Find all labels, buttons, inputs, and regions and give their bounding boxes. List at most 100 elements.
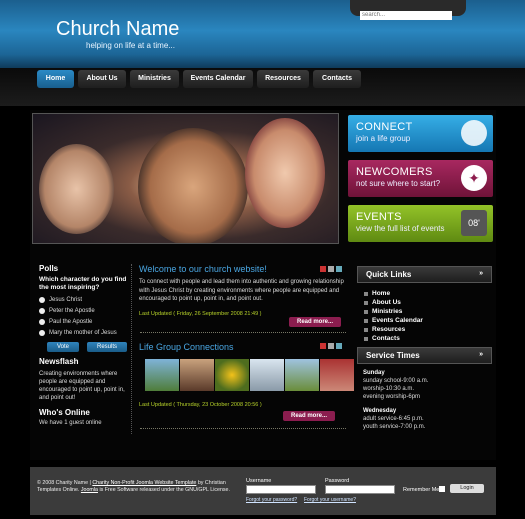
bullet-icon: [364, 336, 368, 341]
service-time: evening worship-6pm: [363, 394, 421, 400]
nav-contacts[interactable]: Contacts: [313, 70, 361, 88]
service-time: sunday school-9:00 a.m.: [363, 378, 429, 384]
service-times-header[interactable]: Service Times »: [357, 347, 492, 364]
quick-link-item[interactable]: Home: [364, 289, 423, 298]
polls-heading: Polls: [39, 264, 59, 273]
service-time: worship-10:30 a.m.: [363, 386, 415, 392]
quick-link-label: Ministries: [372, 308, 403, 315]
quick-link-label: Resources: [372, 326, 406, 333]
radio-button[interactable]: [39, 307, 45, 314]
search-box: [350, 0, 466, 20]
poll-option-label: Jesus Christ: [49, 296, 83, 303]
quick-links-list: Home About Us Ministries Events Calendar…: [364, 289, 423, 343]
radio-button[interactable]: [39, 318, 45, 325]
calendar-icon: 08': [461, 210, 487, 236]
poll-option[interactable]: Mary the mother of Jesus: [39, 327, 129, 338]
joomla-link[interactable]: Joomla: [81, 487, 98, 493]
bullet-icon: [364, 318, 368, 323]
read-more-button[interactable]: Read more...: [289, 317, 342, 327]
bullet-icon: [364, 309, 368, 314]
photo-gallery: [145, 359, 354, 391]
password-input[interactable]: [325, 485, 395, 494]
quick-link-item[interactable]: Events Calendar: [364, 316, 423, 325]
article-welcome: Welcome to our church website! To connec…: [139, 264, 347, 317]
quick-link-item[interactable]: About Us: [364, 298, 423, 307]
username-input[interactable]: [246, 485, 316, 494]
poll-option-label: Mary the mother of Jesus: [49, 329, 117, 336]
article-icons: [320, 343, 342, 349]
gallery-photo[interactable]: [250, 359, 284, 391]
service-time: youth service-7:00 p.m.: [363, 424, 426, 430]
compass-icon: ✦: [461, 165, 487, 191]
gallery-photo[interactable]: [145, 359, 179, 391]
divider: [140, 332, 346, 333]
forgot-username-link[interactable]: Forgot your username?: [304, 497, 356, 503]
remember-checkbox[interactable]: [439, 486, 445, 492]
gallery-photo[interactable]: [320, 359, 354, 391]
article-body: To connect with people and lead them int…: [139, 279, 344, 302]
online-heading: Who's Online: [39, 408, 90, 417]
left-sidebar: Polls Which character do you find the mo…: [39, 264, 129, 426]
quick-link-item[interactable]: Resources: [364, 325, 423, 334]
nav-events-calendar[interactable]: Events Calendar: [183, 70, 253, 88]
wednesday-label: Wednesday: [363, 408, 397, 414]
chevron-down-icon[interactable]: »: [479, 351, 483, 358]
pdf-icon[interactable]: [320, 343, 326, 349]
online-text: We have 1 guest online: [39, 420, 102, 426]
article-updated: Last Updated ( Thursday, 23 October 2008…: [139, 402, 262, 408]
gallery-photo[interactable]: [285, 359, 319, 391]
poll-option[interactable]: Jesus Christ: [39, 294, 129, 305]
print-icon[interactable]: [328, 343, 334, 349]
gallery-photo[interactable]: [180, 359, 214, 391]
article-icons: [320, 266, 342, 272]
newsflash-text: Creating environments where people are e…: [39, 371, 125, 401]
nav-home[interactable]: Home: [37, 70, 74, 88]
quick-links-header[interactable]: Quick Links »: [357, 266, 492, 283]
service-times-list: Sunday sunday school-9:00 a.m. worship-1…: [363, 369, 428, 431]
promo-newcomers[interactable]: NEWCOMERS not sure where to start? ✦: [348, 160, 493, 197]
poll-option-label: Peter the Apostle: [49, 307, 95, 314]
site-title[interactable]: Church Name: [56, 18, 179, 41]
nav-about-us[interactable]: About Us: [78, 70, 126, 88]
email-icon[interactable]: [336, 343, 342, 349]
site-tagline: helping on life at a time...: [86, 41, 175, 50]
bullet-icon: [364, 300, 368, 305]
gallery-photo[interactable]: [215, 359, 249, 391]
login-button[interactable]: Login: [450, 484, 484, 493]
read-more-button[interactable]: Read more...: [283, 411, 336, 421]
chevron-down-icon[interactable]: »: [479, 270, 483, 277]
poll-option[interactable]: Peter the Apostle: [39, 305, 129, 316]
quick-link-item[interactable]: Ministries: [364, 307, 423, 316]
nav-resources[interactable]: Resources: [257, 70, 309, 88]
sunday-label: Sunday: [363, 370, 385, 376]
email-icon[interactable]: [336, 266, 342, 272]
promo-connect[interactable]: CONNECT join a life group: [348, 115, 493, 152]
quick-link-label: About Us: [372, 299, 401, 306]
service-time: adult service-6:45 p.m.: [363, 416, 424, 422]
poll-question: Which character do you find the most ins…: [39, 276, 127, 291]
bullet-icon: [364, 327, 368, 332]
footer-text: © 2008 Charity Name | Charity Non-Profit…: [37, 480, 237, 495]
username-label: Username: [246, 478, 272, 484]
template-link[interactable]: Charity Non-Profit Joomla Website Templa…: [92, 480, 196, 486]
results-button[interactable]: Results: [87, 342, 128, 352]
forgot-password-link[interactable]: Forgot your password?: [246, 497, 297, 503]
pdf-icon[interactable]: [320, 266, 326, 272]
article-title[interactable]: Life Group Connections: [139, 342, 234, 352]
copyright-text: © 2008 Charity Name |: [37, 480, 91, 486]
footer-text-part: is Free Software released under the GNU/…: [99, 487, 230, 494]
nav-ministries[interactable]: Ministries: [130, 70, 179, 88]
quick-link-item[interactable]: Contacts: [364, 334, 423, 343]
article-title[interactable]: Welcome to our church website!: [139, 264, 347, 274]
quick-link-label: Events Calendar: [372, 317, 423, 324]
poll-option-label: Paul the Apostle: [49, 318, 93, 325]
promo-events[interactable]: EVENTS view the full list of events 08': [348, 205, 493, 242]
print-icon[interactable]: [328, 266, 334, 272]
password-label: Password: [325, 478, 350, 484]
poll-option[interactable]: Paul the Apostle: [39, 316, 129, 327]
radio-button[interactable]: [39, 296, 45, 303]
radio-button[interactable]: [39, 329, 45, 336]
hero-image: [32, 113, 339, 244]
search-input[interactable]: [360, 10, 452, 20]
vote-button[interactable]: Vote: [47, 342, 80, 352]
